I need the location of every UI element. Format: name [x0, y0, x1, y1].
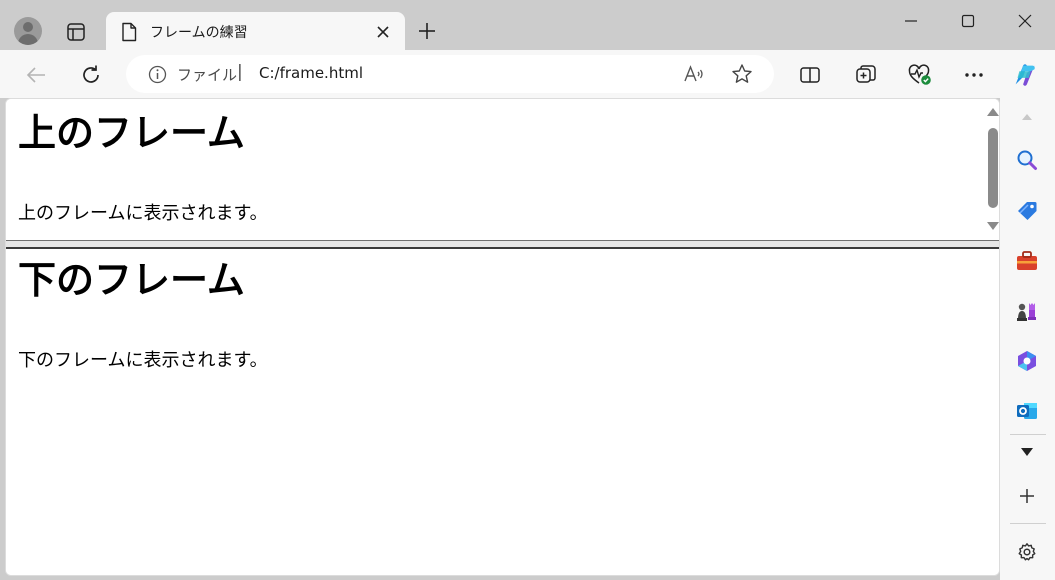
- page-content: 上のフレーム 上のフレームに表示されます。 下のフレーム 下のフレームに表示され…: [5, 98, 1000, 576]
- info-icon[interactable]: [148, 65, 167, 88]
- settings-icon[interactable]: [1013, 538, 1041, 566]
- outlook-icon[interactable]: [1013, 397, 1041, 425]
- top-frame[interactable]: 上のフレーム 上のフレームに表示されます。: [6, 99, 999, 240]
- games-icon[interactable]: [1013, 297, 1041, 325]
- page-icon: [120, 22, 138, 46]
- microsoft-365-icon[interactable]: [1013, 347, 1041, 375]
- scroll-up-icon[interactable]: [987, 108, 999, 116]
- sidebar-scroll-up-icon[interactable]: [1013, 103, 1041, 131]
- search-icon[interactable]: [1013, 146, 1041, 174]
- maximize-icon[interactable]: [953, 6, 983, 36]
- tab-title: フレームの練習: [150, 25, 248, 41]
- top-frame-text: 上のフレームに表示されます。: [18, 203, 268, 224]
- more-icon[interactable]: [959, 60, 989, 90]
- refresh-icon[interactable]: [76, 60, 106, 90]
- more-apps-icon[interactable]: [1013, 438, 1041, 466]
- url-text[interactable]: C:/frame.html: [259, 64, 363, 82]
- back-icon[interactable]: [21, 60, 51, 90]
- split-screen-icon[interactable]: [795, 60, 825, 90]
- address-bar[interactable]: ファイル | C:/frame.html: [126, 55, 774, 93]
- site-info-label[interactable]: ファイル: [177, 64, 237, 85]
- bottom-frame[interactable]: 下のフレーム 下のフレームに表示されます。: [6, 249, 999, 575]
- shopping-icon[interactable]: [1013, 197, 1041, 225]
- tools-icon[interactable]: [1013, 247, 1041, 275]
- browser-essentials-icon[interactable]: [905, 60, 935, 90]
- minimize-icon[interactable]: [896, 6, 926, 36]
- frame-divider[interactable]: [6, 240, 999, 249]
- close-window-icon[interactable]: [1010, 6, 1040, 36]
- copilot-icon[interactable]: [1010, 60, 1040, 90]
- scroll-down-icon[interactable]: [987, 222, 999, 230]
- add-icon[interactable]: [1013, 482, 1041, 510]
- top-frame-heading: 上のフレーム: [18, 111, 245, 155]
- read-aloud-icon[interactable]: [681, 62, 707, 86]
- bottom-frame-heading: 下のフレーム: [18, 258, 245, 302]
- sidebar-divider-bottom: [1010, 523, 1046, 524]
- edge-sidebar: [1000, 98, 1055, 580]
- active-tab[interactable]: フレームの練習: [106, 12, 405, 52]
- new-tab-icon[interactable]: [414, 18, 440, 44]
- top-frame-scrollbar[interactable]: [985, 99, 999, 240]
- toolbar: ファイル | C:/frame.html: [0, 50, 1055, 98]
- tab-actions-icon[interactable]: [60, 16, 92, 48]
- favorite-star-icon[interactable]: [729, 62, 755, 86]
- sidebar-divider: [1010, 434, 1046, 435]
- tab-bar: フレームの練習: [0, 0, 1055, 52]
- scroll-thumb[interactable]: [988, 128, 998, 208]
- address-separator: |: [237, 62, 243, 82]
- close-tab-icon[interactable]: [372, 21, 394, 43]
- collections-icon[interactable]: [851, 60, 881, 90]
- profile-icon[interactable]: [14, 17, 42, 45]
- bottom-frame-text: 下のフレームに表示されます。: [18, 350, 268, 371]
